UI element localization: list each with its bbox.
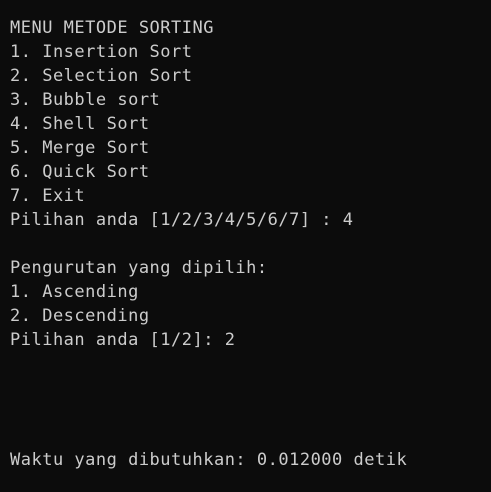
order-item-ascending: 1. Ascending: [10, 282, 139, 302]
menu-item-quick-sort: 6. Quick Sort: [10, 162, 150, 182]
console-window[interactable]: MENU METODE SORTING 1. Insertion Sort 2.…: [0, 0, 491, 492]
menu-item-selection-sort: 2. Selection Sort: [10, 66, 193, 86]
menu-item-exit: 7. Exit: [10, 186, 86, 206]
menu-title: MENU METODE SORTING: [10, 18, 214, 38]
order-item-descending: 2. Descending: [10, 306, 150, 326]
menu-item-insertion-sort: 1. Insertion Sort: [10, 42, 193, 62]
order-choice-prompt: Pilihan anda [1/2]: 2: [10, 330, 236, 350]
menu-choice-prompt: Pilihan anda [1/2/3/4/5/6/7] : 4: [10, 210, 354, 230]
menu-item-bubble-sort: 3. Bubble sort: [10, 90, 161, 110]
elapsed-time-output: Waktu yang dibutuhkan: 0.012000 detik: [10, 450, 408, 470]
menu-item-shell-sort: 4. Shell Sort: [10, 114, 150, 134]
menu-item-merge-sort: 5. Merge Sort: [10, 138, 150, 158]
order-title: Pengurutan yang dipilih:: [10, 258, 268, 278]
